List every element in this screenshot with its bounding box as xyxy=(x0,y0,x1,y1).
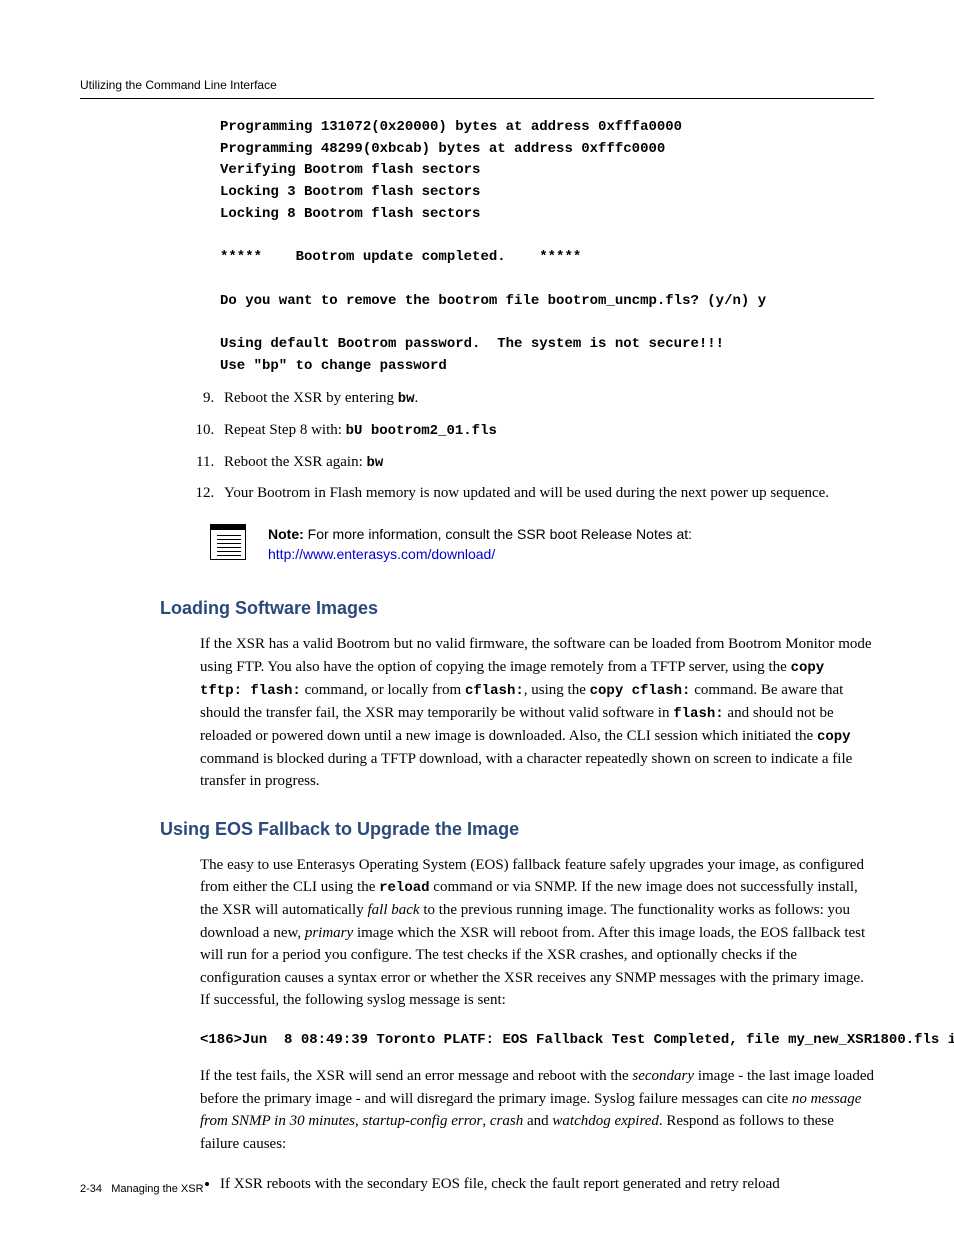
failure-response-list: If XSR reboots with the secondary EOS fi… xyxy=(200,1173,874,1196)
list-item: If XSR reboots with the secondary EOS fi… xyxy=(220,1173,874,1196)
emphasis: fall back xyxy=(367,902,419,918)
emphasis: crash xyxy=(490,1113,523,1129)
section2-paragraph-2: If the test fails, the XSR will send an … xyxy=(200,1065,874,1155)
note-link[interactable]: http://www.enterasys.com/download/ xyxy=(268,546,495,562)
code-line: Use "bp" to change password xyxy=(220,358,447,374)
emphasis: watchdog expired xyxy=(552,1113,659,1129)
inline-code: copy cflash: xyxy=(590,683,691,699)
step-12: Your Bootrom in Flash memory is now upda… xyxy=(218,482,874,505)
text-run: , using the xyxy=(524,682,590,698)
procedure-steps: Reboot the XSR by entering bw. Repeat St… xyxy=(190,387,874,505)
step-text: Repeat Step 8 with: xyxy=(224,422,346,438)
step-text: . xyxy=(415,390,419,406)
note-text: Note: For more information, consult the … xyxy=(268,524,692,565)
code-line: Programming 131072(0x20000) bytes at add… xyxy=(220,119,682,135)
section1-paragraph: If the XSR has a valid Bootrom but no va… xyxy=(200,633,874,793)
terminal-output: Programming 131072(0x20000) bytes at add… xyxy=(220,117,874,377)
code-line: ***** Bootrom update completed. ***** xyxy=(220,249,581,265)
footer-label: Managing the XSR xyxy=(111,1183,203,1195)
text-run: If the test fails, the XSR will send an … xyxy=(200,1068,632,1084)
note-block: Note: For more information, consult the … xyxy=(210,524,874,565)
text-run: , xyxy=(482,1113,490,1129)
document-page: Utilizing the Command Line Interface Pro… xyxy=(0,0,954,1235)
inline-code: reload xyxy=(379,880,429,896)
emphasis: primary xyxy=(305,925,353,941)
code-line: Do you want to remove the bootrom file b… xyxy=(220,293,766,309)
page-number: 2-34 xyxy=(80,1183,102,1195)
note-icon xyxy=(210,524,246,560)
emphasis: secondary xyxy=(632,1068,694,1084)
list-item-text: If XSR reboots with the secondary EOS fi… xyxy=(220,1176,780,1192)
step-text: Reboot the XSR by entering xyxy=(224,390,398,406)
step-text: Your Bootrom in Flash memory is now upda… xyxy=(224,485,829,501)
code-line: Programming 48299(0xbcab) bytes at addre… xyxy=(220,141,665,157)
step-10: Repeat Step 8 with: bU bootrom2_01.fls xyxy=(218,419,874,443)
code-line: Using default Bootrom password. The syst… xyxy=(220,336,724,352)
text-run: and xyxy=(523,1113,552,1129)
text-run: , xyxy=(355,1113,363,1129)
inline-code: copy xyxy=(817,729,851,745)
code-line: Locking 8 Bootrom flash sectors xyxy=(220,206,480,222)
text-run: command is blocked during a TFTP downloa… xyxy=(200,751,852,790)
note-body: For more information, consult the SSR bo… xyxy=(304,526,692,542)
syslog-output: <186>Jun 8 08:49:39 Toronto PLATF: EOS F… xyxy=(200,1030,874,1052)
section2-paragraph-1: The easy to use Enterasys Operating Syst… xyxy=(200,854,874,1012)
step-text: Reboot the XSR again: xyxy=(224,454,367,470)
text-run: command, or locally from xyxy=(301,682,465,698)
text-run: If the XSR has a valid Bootrom but no va… xyxy=(200,636,872,675)
inline-code: flash: xyxy=(673,706,723,722)
page-footer: 2-34 Managing the XSR xyxy=(80,1183,204,1195)
code-line: Locking 3 Bootrom flash sectors xyxy=(220,184,480,200)
code-line: Verifying Bootrom flash sectors xyxy=(220,162,480,178)
note-label: Note: xyxy=(268,526,304,542)
emphasis: startup-config error xyxy=(363,1113,483,1129)
step-9: Reboot the XSR by entering bw. xyxy=(218,387,874,411)
inline-code: cflash: xyxy=(465,683,524,699)
step-code: bU bootrom2_01.fls xyxy=(346,423,497,439)
heading-eos-fallback: Using EOS Fallback to Upgrade the Image xyxy=(160,819,874,840)
running-head: Utilizing the Command Line Interface xyxy=(80,78,874,99)
step-code: bw xyxy=(398,391,415,407)
step-11: Reboot the XSR again: bw xyxy=(218,451,874,475)
step-code: bw xyxy=(367,455,384,471)
heading-loading-software-images: Loading Software Images xyxy=(160,598,874,619)
